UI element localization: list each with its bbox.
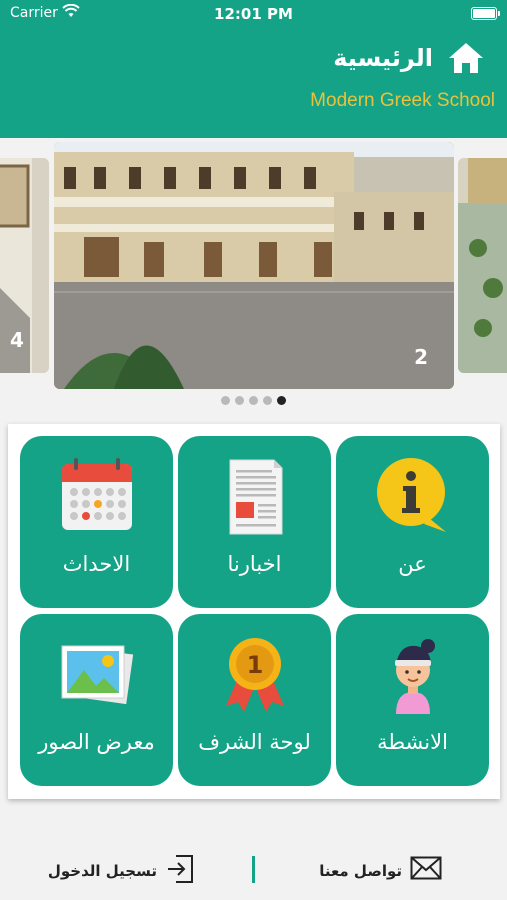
tile-label: معرض الصور [38, 730, 155, 754]
home-icon[interactable] [447, 40, 485, 76]
contact-us-button[interactable]: تواصل معنا [319, 862, 402, 880]
page-dot[interactable] [235, 396, 244, 405]
photo-gallery-icon [61, 645, 134, 705]
page-dot[interactable] [221, 396, 230, 405]
tile-about[interactable]: عن [336, 436, 489, 608]
carousel-slide-next[interactable] [458, 158, 507, 373]
bottom-divider [252, 856, 255, 883]
tile-news[interactable]: اخبارنا [178, 436, 331, 608]
tile-label: اخبارنا [227, 552, 282, 576]
school-name: Modern Greek School [310, 90, 495, 111]
carousel-slide-previous[interactable]: 4 [0, 158, 49, 373]
info-icon [377, 458, 446, 532]
page-title: الرئيسية [333, 44, 433, 72]
news-document-icon [229, 459, 283, 535]
carousel-page-indicator[interactable] [0, 396, 507, 405]
status-bar: Carrier 12:01 PM [0, 0, 507, 28]
page-dot[interactable] [249, 396, 258, 405]
menu-panel: عن اخبارنا الاحداث الانشطة 1 لوحة الشرف … [8, 424, 500, 799]
login-button[interactable]: تسجيل الدخول [48, 862, 157, 880]
tile-photo-gallery[interactable]: معرض الصور [20, 614, 173, 786]
app-header: Carrier 12:01 PM الرئيسية Modern Greek S… [0, 0, 507, 138]
tile-honor-board[interactable]: 1 لوحة الشرف [178, 614, 331, 786]
tile-activities[interactable]: الانشطة [336, 614, 489, 786]
tile-events[interactable]: الاحداث [20, 436, 173, 608]
tile-label: عن [398, 552, 427, 576]
calendar-icon [62, 458, 132, 530]
clock: 12:01 PM [214, 5, 293, 23]
bottom-bar: تواصل معنا تسجيل الدخول [0, 830, 507, 900]
tile-label: الانشطة [377, 730, 448, 754]
tile-label: لوحة الشرف [198, 730, 311, 754]
slide-number: 2 [414, 345, 428, 369]
page-dot-active[interactable] [277, 396, 286, 405]
medal-icon: 1 [226, 638, 284, 712]
svg-text:1: 1 [247, 651, 264, 679]
activity-person-icon [395, 639, 435, 714]
login-icon[interactable] [166, 854, 194, 884]
page-dot[interactable] [263, 396, 272, 405]
image-carousel[interactable]: 4 2 [0, 140, 507, 395]
battery-icon [471, 7, 500, 20]
tile-label: الاحداث [62, 552, 131, 576]
carousel-slide-current[interactable]: 2 [54, 142, 454, 389]
mail-icon[interactable] [410, 856, 442, 880]
slide-number: 4 [10, 328, 24, 352]
